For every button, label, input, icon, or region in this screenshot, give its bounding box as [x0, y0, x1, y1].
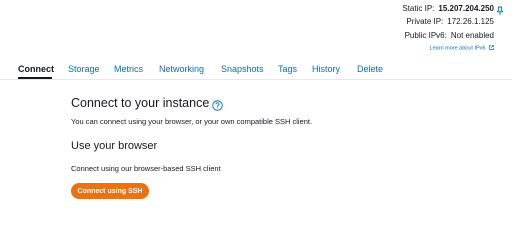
- tab-snapshots[interactable]: Snapshots: [221, 64, 264, 74]
- private-ip-value: 172.26.1.125: [447, 17, 494, 26]
- learn-more-ipv6-link[interactable]: Learn more about IPv6: [430, 45, 494, 52]
- tab-delete[interactable]: Delete: [357, 64, 383, 74]
- public-ipv6-label: Public IPv6:: [404, 31, 447, 40]
- tab-tags[interactable]: Tags: [278, 64, 297, 74]
- pin-icon[interactable]: [496, 3, 504, 15]
- tabs-divider: [0, 79, 512, 80]
- connect-panel: Connect to your instance You can connect…: [71, 96, 312, 199]
- tab-connect[interactable]: Connect: [18, 64, 54, 74]
- tab-storage[interactable]: Storage: [68, 64, 100, 74]
- tab-networking[interactable]: Networking: [159, 64, 204, 74]
- static-ip-row: Static IP: 15.207.204.250: [402, 4, 494, 13]
- page-title: Connect to your instance: [71, 96, 210, 110]
- private-ip-row: Private IP: 172.26.1.125: [406, 17, 494, 26]
- tab-history[interactable]: History: [312, 64, 340, 74]
- connect-using-ssh-button[interactable]: Connect using SSH: [71, 183, 149, 199]
- public-ipv6-row: Public IPv6: Not enabled: [405, 31, 494, 40]
- external-link-icon: [489, 45, 494, 50]
- static-ip-label: Static IP:: [402, 4, 435, 13]
- tab-bar: Connect Storage Metrics Networking Snaps…: [18, 61, 512, 79]
- page-subtitle: You can connect using your browser, or y…: [71, 117, 313, 126]
- public-ipv6-value: Not enabled: [450, 31, 494, 40]
- browser-section-description: Connect using our browser-based SSH clie…: [71, 164, 221, 173]
- learn-more-ipv6-text: Learn more about IPv6: [429, 45, 486, 52]
- browser-section-title: Use your browser: [71, 140, 158, 152]
- help-icon[interactable]: [212, 98, 224, 111]
- tab-metrics[interactable]: Metrics: [114, 64, 143, 74]
- static-ip-value: 15.207.204.250: [438, 4, 494, 13]
- private-ip-label: Private IP:: [406, 17, 444, 26]
